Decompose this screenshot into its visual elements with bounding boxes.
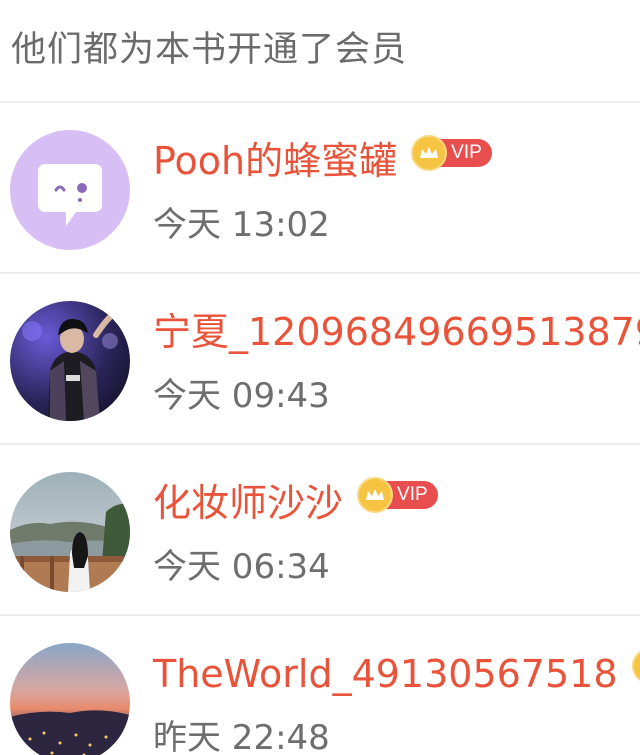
member-time: 昨天 22:48 <box>153 718 330 755</box>
avatar[interactable] <box>10 643 130 755</box>
crown-icon <box>357 477 394 513</box>
section-title: 他们都为本书开通了会员 <box>11 30 408 70</box>
member-name[interactable]: TheWorld_49130567518 <box>153 650 618 698</box>
section-header: 他们都为本书开通了会员 <box>0 0 640 103</box>
name-line: Pooh的蜂蜜罐 VIP <box>153 135 492 185</box>
crown-icon <box>631 648 640 684</box>
member-name[interactable]: 化妆师沙沙 <box>153 479 343 527</box>
avatar[interactable] <box>10 301 130 421</box>
crown-icon <box>411 135 448 171</box>
member-name[interactable]: Pooh的蜂蜜罐 <box>153 137 397 185</box>
vip-badge: VIP <box>357 477 438 513</box>
list-item[interactable]: TheWorld_49130567518 VIP 昨天 22:48 <box>0 616 640 755</box>
vip-badge: VIP <box>631 648 640 684</box>
member-time: 今天 06:34 <box>153 547 330 587</box>
member-list: Pooh的蜂蜜罐 VIP 今天 13:02 宁夏_120968496695138… <box>0 103 640 755</box>
vip-members-page: 他们都为本书开通了会员 Pooh的蜂蜜罐 VIP 今天 13:02 宁夏_120… <box>0 0 640 755</box>
member-time: 今天 13:02 <box>153 205 330 245</box>
chat-bubble-icon <box>10 130 130 250</box>
name-line: 宁夏_120968496695138799 <box>153 308 640 356</box>
list-item[interactable]: 化妆师沙沙 VIP 今天 06:34 <box>0 445 640 616</box>
avatar[interactable] <box>10 472 130 592</box>
member-name[interactable]: 宁夏_120968496695138799 <box>153 308 640 356</box>
member-time: 今天 09:43 <box>153 376 330 416</box>
list-item[interactable]: 宁夏_120968496695138799 今天 09:43 <box>0 274 640 445</box>
avatar[interactable] <box>10 130 130 250</box>
person-photo-icon <box>10 301 130 421</box>
vip-badge: VIP <box>411 135 492 171</box>
city-sunset-photo-icon <box>10 643 130 755</box>
landscape-photo-icon <box>10 472 130 592</box>
name-line: TheWorld_49130567518 VIP <box>153 648 640 698</box>
list-item[interactable]: Pooh的蜂蜜罐 VIP 今天 13:02 <box>0 103 640 274</box>
name-line: 化妆师沙沙 VIP <box>153 477 438 527</box>
